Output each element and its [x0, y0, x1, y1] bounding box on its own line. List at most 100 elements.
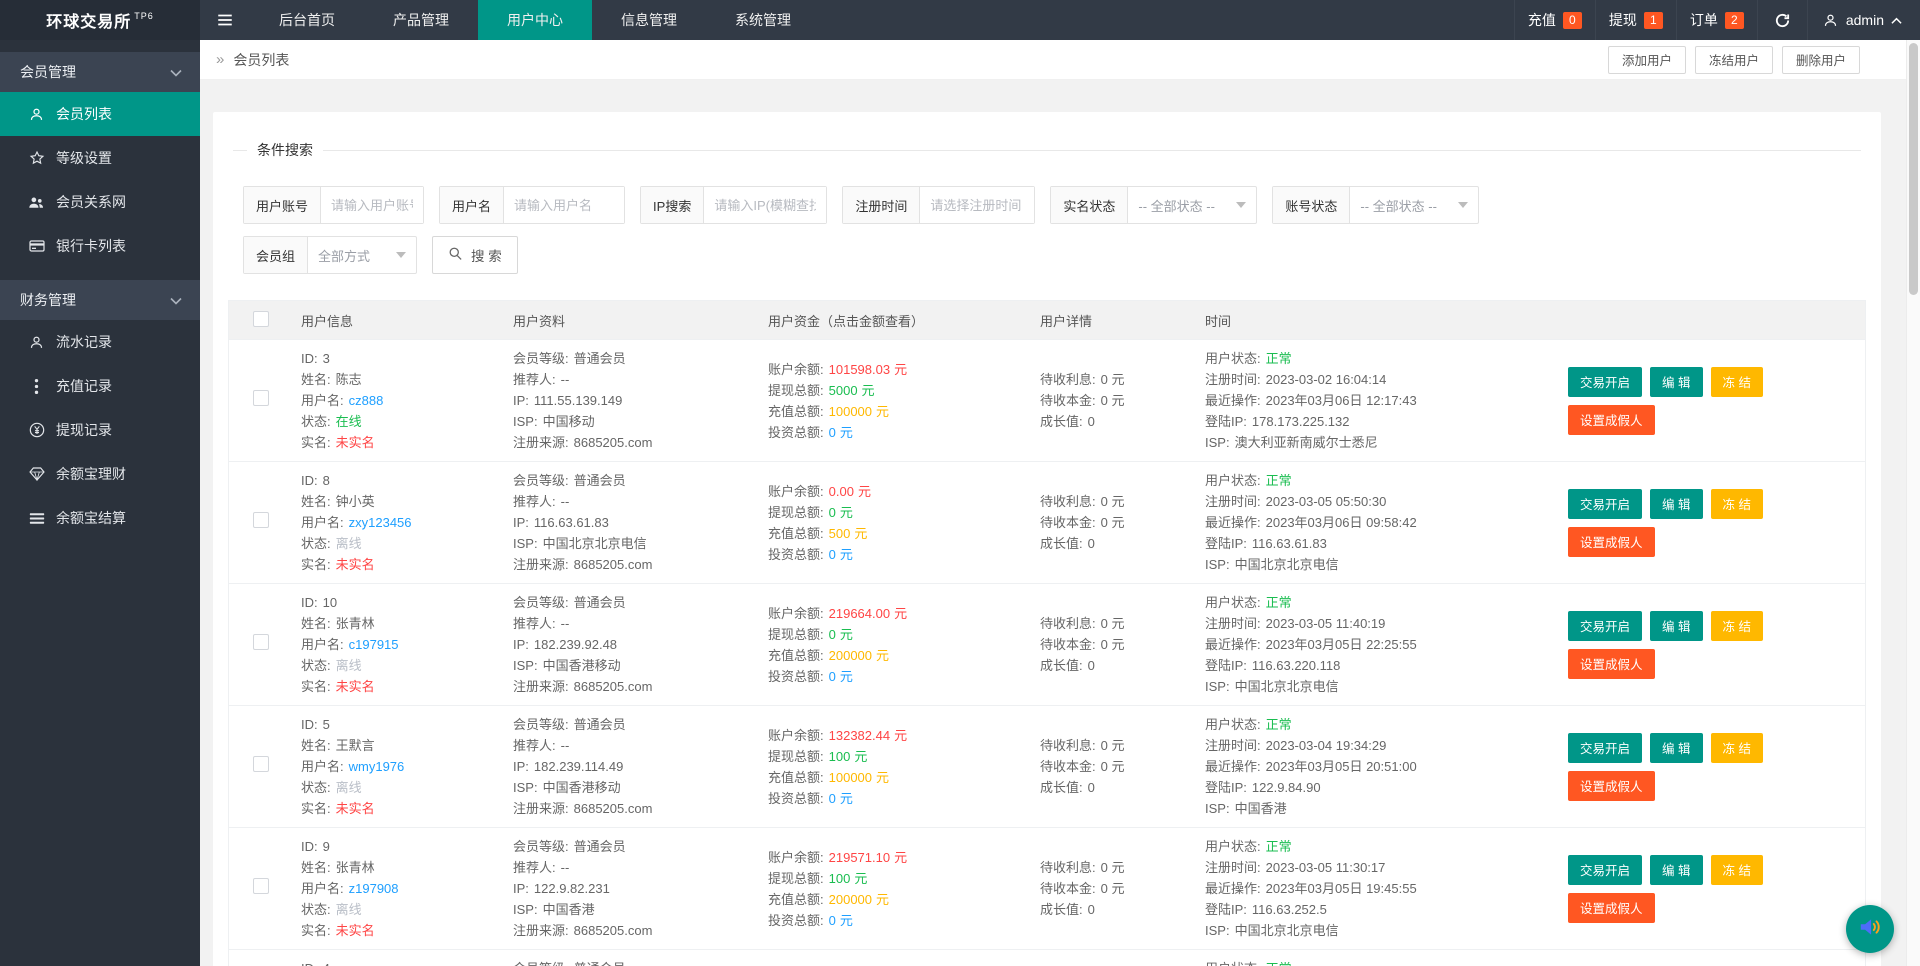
hamburger-icon[interactable] [200, 0, 250, 40]
edit-button[interactable]: 编 辑 [1650, 366, 1703, 397]
set-fake-button[interactable]: 设置成假人 [1568, 770, 1655, 801]
time-cell: 用户状态: 正常 注册时间: 2023-03-04 19:34:29 最近操作: 20… [1205, 717, 1417, 816]
topnav-item-dashboard[interactable]: 后台首页 [250, 0, 364, 40]
edit-button[interactable]: 编 辑 [1650, 732, 1703, 763]
username-link[interactable]: zxy123456 [349, 515, 412, 530]
realname-status: 未实名 [335, 679, 375, 694]
freeze-button[interactable]: 冻 结 [1710, 366, 1763, 397]
trade-toggle-button[interactable]: 交易开启 [1568, 366, 1643, 397]
user-profile-cell: 会员等级: 普通会员 推荐人: -- IP: 182.239.114.49 ISP: 中… [513, 717, 653, 816]
app-title: 环球交易所 [46, 14, 132, 31]
row-checkbox[interactable] [253, 878, 269, 894]
set-fake-button[interactable]: 设置成假人 [1568, 648, 1655, 679]
edit-button[interactable]: 编 辑 [1650, 488, 1703, 519]
topnav-item-user-center[interactable]: 用户中心 [478, 0, 592, 40]
username-link[interactable]: z197908 [349, 881, 399, 896]
freeze-button[interactable]: 冻 结 [1710, 854, 1763, 885]
sound-button[interactable] [1846, 905, 1894, 953]
withdraw-amount[interactable]: 100 [829, 749, 851, 764]
user-icon [28, 334, 45, 351]
row-checkbox[interactable] [253, 512, 269, 528]
sidebar-item-member-network[interactable]: 会员关系网 [0, 180, 200, 224]
username-input[interactable] [504, 187, 625, 223]
recharge-quick[interactable]: 充值 0 [1513, 0, 1595, 40]
withdraw-amount[interactable]: 5000 [829, 383, 858, 398]
sidebar-item-level-settings[interactable]: 等级设置 [0, 136, 200, 180]
balance-amount[interactable]: 132382.44 [829, 728, 890, 743]
recharge-amount[interactable]: 500 [829, 526, 851, 541]
sidebar-item-bankcard-list[interactable]: 银行卡列表 [0, 224, 200, 268]
withdraw-amount[interactable]: 0 [829, 505, 836, 520]
sidebar-item-flow-records[interactable]: 流水记录 [0, 320, 200, 364]
sidebar-item-recharge-records[interactable]: 充值记录 [0, 364, 200, 408]
page-actions: 添加用户 冻结用户 删除用户 [1607, 45, 1890, 74]
invest-amount[interactable]: 0 [829, 913, 836, 928]
withdraw-quick[interactable]: 提现 1 [1594, 0, 1676, 40]
row-checkbox[interactable] [253, 390, 269, 406]
username-link[interactable]: wmy1976 [349, 759, 405, 774]
recharge-amount[interactable]: 200000 [829, 892, 872, 907]
trade-toggle-button[interactable]: 交易开启 [1568, 488, 1643, 519]
caret-down-icon [1236, 202, 1247, 208]
topnav-item-system[interactable]: 系统管理 [706, 0, 820, 40]
invest-amount[interactable]: 0 [829, 547, 836, 562]
freeze-button[interactable]: 冻 结 [1710, 732, 1763, 763]
invest-amount[interactable]: 0 [829, 669, 836, 684]
balance-amount[interactable]: 101598.03 [829, 362, 890, 377]
username-link[interactable]: cz888 [349, 393, 384, 408]
topnav-item-information[interactable]: 信息管理 [592, 0, 706, 40]
freeze-user-button[interactable]: 冻结用户 [1694, 45, 1773, 74]
recharge-amount[interactable]: 100000 [829, 770, 872, 785]
topnav-item-products[interactable]: 产品管理 [364, 0, 478, 40]
row-checkbox[interactable] [253, 756, 269, 772]
invest-amount[interactable]: 0 [829, 425, 836, 440]
sidebar-group-finance-management[interactable]: 财务管理 [0, 280, 200, 320]
withdraw-amount[interactable]: 0 [829, 627, 836, 642]
user-details-cell: 待收利息: 0 元 待收本金: 0 元 成长值: 0 [1040, 738, 1125, 795]
sidebar-group-member-management[interactable]: 会员管理 [0, 52, 200, 92]
account-input[interactable] [321, 187, 424, 223]
trade-toggle-button[interactable]: 交易开启 [1568, 610, 1643, 641]
freeze-button[interactable]: 冻 结 [1710, 610, 1763, 641]
star-icon [28, 150, 45, 167]
ip-search-input[interactable] [704, 187, 827, 223]
withdraw-amount[interactable]: 100 [829, 871, 851, 886]
balance-amount[interactable]: 219571.10 [829, 850, 890, 865]
username-link[interactable]: c197915 [349, 637, 399, 652]
row-checkbox[interactable] [253, 634, 269, 650]
sidebar-item-withdraw-records[interactable]: 提现记录 [0, 408, 200, 452]
user-menu[interactable]: admin [1806, 0, 1920, 40]
edit-button[interactable]: 编 辑 [1650, 854, 1703, 885]
balance-amount[interactable]: 219664.00 [829, 606, 890, 621]
freeze-button[interactable]: 冻 结 [1710, 488, 1763, 519]
register-time-input[interactable] [920, 187, 1035, 223]
member-group-select[interactable]: 全部方式 [308, 237, 416, 273]
sidebar-item-yuebao-invest[interactable]: 余额宝理财 [0, 452, 200, 496]
topbar-right: 充值 0 提现 1 订单 2 admin [1513, 0, 1920, 40]
recharge-amount[interactable]: 200000 [829, 648, 872, 663]
trade-toggle-button[interactable]: 交易开启 [1568, 732, 1643, 763]
gem-icon [28, 466, 45, 483]
refresh-icon[interactable] [1756, 0, 1807, 40]
recharge-amount[interactable]: 100000 [829, 404, 872, 419]
sidebar-item-member-list[interactable]: 会员列表 [0, 92, 200, 136]
scrollbar[interactable] [1906, 40, 1920, 966]
invest-amount[interactable]: 0 [829, 791, 836, 806]
set-fake-button[interactable]: 设置成假人 [1568, 892, 1655, 923]
trade-toggle-button[interactable]: 交易开启 [1568, 854, 1643, 885]
scrollbar-thumb[interactable] [1909, 43, 1918, 295]
delete-user-button[interactable]: 删除用户 [1781, 45, 1860, 74]
account-status-select[interactable]: -- 全部状态 -- [1350, 187, 1478, 223]
set-fake-button[interactable]: 设置成假人 [1568, 526, 1655, 557]
sidebar-item-yuebao-settlement[interactable]: 余额宝结算 [0, 496, 200, 540]
realname-status-select[interactable]: -- 全部状态 -- [1128, 187, 1256, 223]
set-fake-button[interactable]: 设置成假人 [1568, 404, 1655, 435]
balance-amount[interactable]: 0.00 [829, 484, 854, 499]
user-details-cell: 待收利息: 0 元 待收本金: 0 元 成长值: 0 [1040, 616, 1125, 673]
order-quick[interactable]: 订单 2 [1675, 0, 1757, 40]
select-all-checkbox[interactable] [253, 310, 269, 327]
add-user-button[interactable]: 添加用户 [1607, 45, 1686, 74]
edit-button[interactable]: 编 辑 [1650, 610, 1703, 641]
member-list-card: 条件搜索 用户账号 用户名 IP搜索 注册时间 [213, 112, 1881, 966]
search-button[interactable]: 搜 索 [432, 236, 518, 274]
